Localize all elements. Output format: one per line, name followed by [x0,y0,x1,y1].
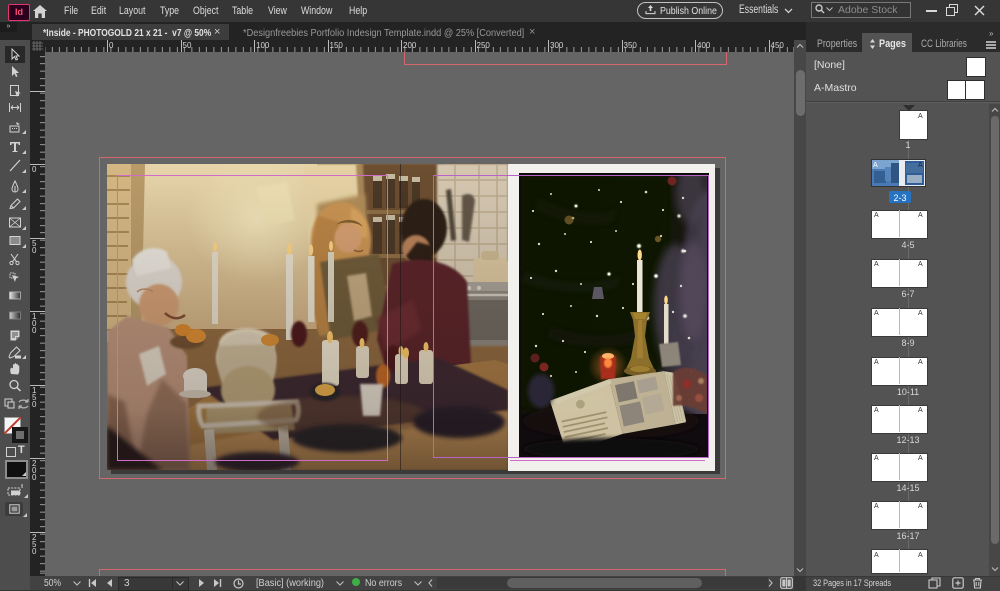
svg-text:A: A [918,162,923,169]
svg-text:A: A [873,162,878,169]
